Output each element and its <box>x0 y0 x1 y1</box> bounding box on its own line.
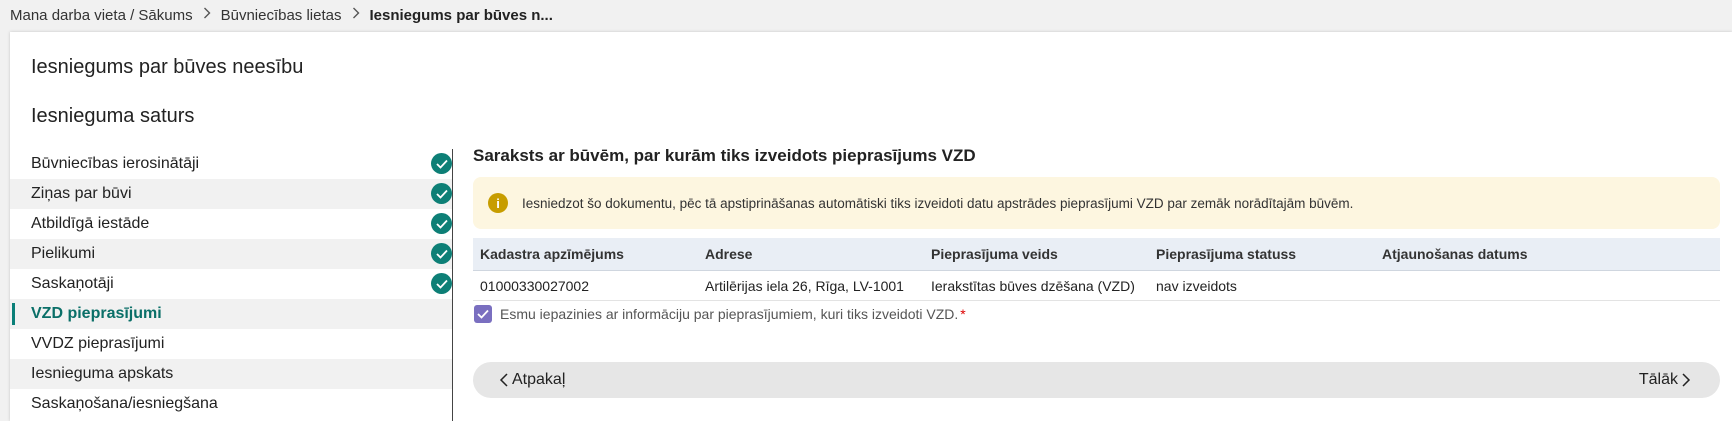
vzd-requests-table: Kadastra apzīmējums Adrese Pieprasījuma … <box>473 238 1720 301</box>
step-label: Atbildīgā iestāde <box>31 215 150 232</box>
step-item-pielikumi[interactable]: Pielikumi <box>10 239 452 269</box>
step-label: Būvniecības ierosinātāji <box>31 155 200 172</box>
step-item-vvdz-pieprasijumi[interactable]: VVDZ pieprasījumi <box>10 329 452 359</box>
next-button-label: Tālāk <box>1638 371 1678 388</box>
column-header-kadastra[interactable]: Kadastra apzīmējums <box>473 238 698 271</box>
wizard-navigation: Atpakaļ Tālāk <box>473 362 1720 398</box>
check-circle-icon <box>431 213 452 234</box>
step-divider <box>452 149 453 421</box>
step-item-atbildiga-iestade[interactable]: Atbildīgā iestāde <box>10 209 452 239</box>
application-card: Iesniegums par būves neesību Iesnieguma … <box>10 32 1732 421</box>
column-header-adrese[interactable]: Adrese <box>698 238 924 271</box>
step-label: Pielikumi <box>31 245 96 262</box>
breadcrumb-home[interactable]: Mana darba vieta / Sākums <box>10 7 193 24</box>
info-notice: i Iesniedzot šo dokumentu, pēc tā apstip… <box>473 177 1720 229</box>
cell-veids: Ierakstītas būves dzēšana (VZD) <box>924 270 1149 301</box>
confirm-checkbox[interactable] <box>474 305 492 323</box>
column-header-veids[interactable]: Pieprasījuma veids <box>924 238 1149 271</box>
cell-adrese: Artilērijas iela 26, Rīga, LV-1001 <box>698 270 924 301</box>
main-content: Saraksts ar būvēm, par kurām tiks izveid… <box>473 144 1720 398</box>
page-title: Iesniegums par būves neesību <box>31 56 304 78</box>
breadcrumb: Mana darba vieta / Sākums Būvniecības li… <box>10 0 553 30</box>
confirm-label[interactable]: Esmu iepazinies ar informāciju par piepr… <box>500 306 958 322</box>
checkmark-icon <box>477 309 489 319</box>
confirm-row: Esmu iepazinies ar informāciju par piepr… <box>473 303 1720 325</box>
step-item-buvniecibas-ierosinataji[interactable]: Būvniecības ierosinātāji <box>10 149 452 179</box>
info-icon: i <box>488 193 508 213</box>
back-button[interactable]: Atpakaļ <box>473 371 585 389</box>
check-circle-icon <box>431 243 452 264</box>
chevron-right-icon <box>352 6 360 24</box>
chevron-left-icon <box>499 373 508 387</box>
notice-text: Iesniedzot šo dokumentu, pēc tā apstipri… <box>522 195 1354 211</box>
cell-datums <box>1375 270 1720 301</box>
check-circle-icon <box>431 273 452 294</box>
step-label: Iesnieguma apskats <box>31 365 174 382</box>
next-button[interactable]: Tālāk <box>1619 371 1720 389</box>
table-row: 01000330027002 Artilērijas iela 26, Rīga… <box>473 270 1720 301</box>
section-title: Saraksts ar būvēm, par kurām tiks izveid… <box>473 146 976 165</box>
step-item-iesnieguma-apskats[interactable]: Iesnieguma apskats <box>10 359 452 389</box>
step-list: Būvniecības ierosinātāji Ziņas par būvi … <box>10 149 453 421</box>
step-item-vzd-pieprasijumi[interactable]: VZD pieprasījumi <box>10 299 452 329</box>
step-label: VVDZ pieprasījumi <box>31 335 165 352</box>
column-header-statuss[interactable]: Pieprasījuma statuss <box>1149 238 1375 271</box>
chevron-right-icon <box>203 6 211 24</box>
step-label: VZD pieprasījumi <box>31 305 162 322</box>
cell-kadastra: 01000330027002 <box>473 270 698 301</box>
table-header-row: Kadastra apzīmējums Adrese Pieprasījuma … <box>473 238 1720 271</box>
column-header-datums[interactable]: Atjaunošanas datums <box>1375 238 1720 271</box>
required-marker: * <box>960 306 966 322</box>
page-subtitle: Iesnieguma saturs <box>31 105 195 127</box>
step-label: Ziņas par būvi <box>31 185 132 202</box>
check-circle-icon <box>431 183 452 204</box>
step-item-saskanosana-iesniegsana[interactable]: Saskaņošana/iesniegšana <box>10 389 452 419</box>
step-label: Saskaņošana/iesniegšana <box>31 395 218 412</box>
check-circle-icon <box>431 153 452 174</box>
chevron-right-icon <box>1682 373 1691 387</box>
breadcrumb-current: Iesniegums par būves n... <box>369 6 553 24</box>
breadcrumb-section[interactable]: Būvniecības lietas <box>221 7 342 24</box>
step-item-zinas-par-buvi[interactable]: Ziņas par būvi <box>10 179 452 209</box>
back-button-label: Atpakaļ <box>512 371 566 388</box>
cell-statuss: nav izveidots <box>1149 270 1375 301</box>
step-label: Saskaņotāji <box>31 275 114 292</box>
step-item-saskanotaji[interactable]: Saskaņotāji <box>10 269 452 299</box>
